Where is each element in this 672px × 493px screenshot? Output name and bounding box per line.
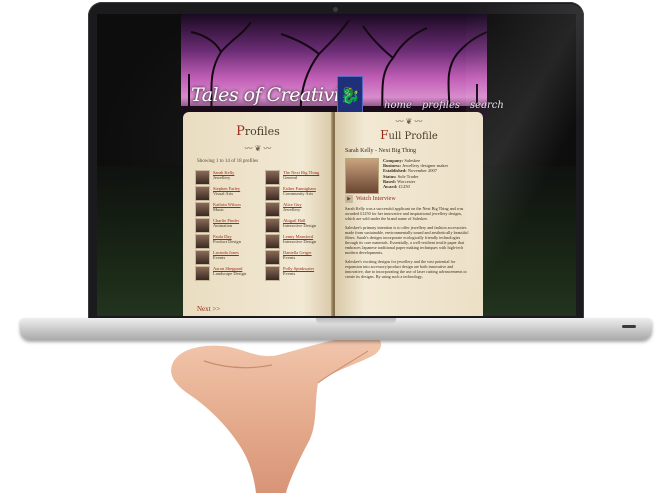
list-item[interactable]: Sarah Kelly Jewellery [195,170,261,185]
ornament-icon: 〰 ❦ 〰 [395,117,423,126]
nav-search[interactable]: search [470,100,504,111]
camera-icon [333,7,338,12]
profile-name: Sarah Kelly - Next Big Thing [345,148,417,154]
list-item[interactable]: Aaron Sheppard Landscape Design [195,266,261,281]
sleep-indicator-icon [622,325,636,328]
list-item[interactable]: Alice Guy Jewellery [265,202,331,217]
nav-home[interactable]: home [384,100,412,111]
avatar [265,250,280,265]
list-item[interactable]: Charlie Pinder Animation [195,218,261,233]
dragon-icon: 🐉 [337,76,363,116]
next-link[interactable]: Next >> [197,305,220,313]
list-item[interactable]: Daniella Geiger Events [265,250,331,265]
list-item[interactable]: Paula Day Product Design [195,234,261,249]
profile-description: Sarah Kelly was a successful applicant o… [345,206,469,279]
laptop-screen: Tales of Creativity 🐉 home profiles sear… [97,14,576,316]
avatar [265,234,280,249]
laptop-base [20,318,652,340]
play-icon: ▶ [345,195,353,203]
watch-interview-button[interactable]: ▶ Watch Interview [345,195,396,203]
avatar [265,170,280,185]
site-logo[interactable]: Tales of Creativity [191,84,357,106]
full-profile-page: 〰 ❦ 〰 Full Profile Sarah Kelly - Next Bi… [335,112,483,316]
avatar [195,266,210,281]
list-item[interactable]: Polly Spinkwater Events [265,266,331,281]
list-item[interactable]: Kathrin Wilson Music [195,202,261,217]
avatar [265,218,280,233]
profiles-title: Profiles [236,124,280,139]
showing-count: Showing 1 to 14 of 18 profiles [197,159,259,164]
profiles-page: Profiles 〰 ❦ 〰 Showing 1 to 14 of 18 pro… [183,112,333,316]
site-nav: home profiles search [384,100,504,111]
list-item[interactable]: The Next Big Thing General [265,170,331,185]
nav-profiles[interactable]: profiles [422,100,460,111]
avatar [195,218,210,233]
list-item[interactable]: Lenny Mansford Interactive Design [265,234,331,249]
list-item[interactable]: Lucinda Jones Events [195,250,261,265]
list-item[interactable]: Abigail Hall Interactive Design [265,218,331,233]
avatar [195,170,210,185]
hand-image [168,325,388,493]
full-profile-title: Full Profile [380,128,438,142]
avatar [265,266,280,281]
avatar [265,186,280,201]
lid-notch [316,318,396,324]
list-item[interactable]: Stephen Farley Visual Arts [195,186,261,201]
avatar [195,186,210,201]
list-item[interactable]: Esther Fannigham Community Arts [265,186,331,201]
profile-photo [345,158,379,194]
avatar [195,234,210,249]
avatar [195,250,210,265]
profile-details: Company: Saleskee Business: Jewellery de… [383,158,449,190]
avatar [195,202,210,217]
ornament-icon: 〰 ❦ 〰 [244,144,272,153]
profiles-list: Sarah Kelly Jewellery The Next Big Thing G… [195,170,331,281]
avatar [265,202,280,217]
open-book: Profiles 〰 ❦ 〰 Showing 1 to 14 of 18 pro… [183,112,483,316]
